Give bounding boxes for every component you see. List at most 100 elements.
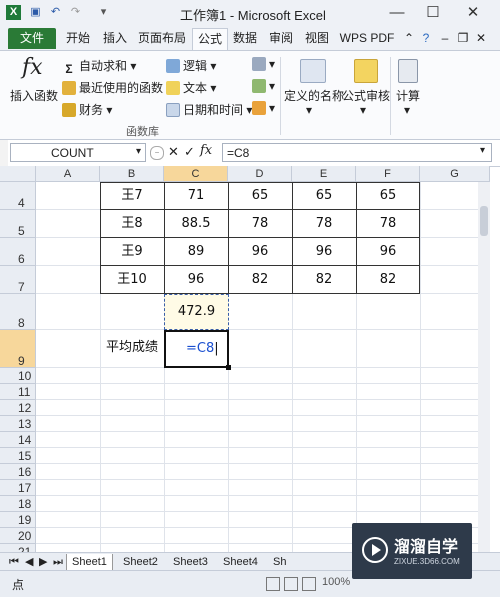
defined-names-dropdown-icon[interactable]: ▾ bbox=[306, 103, 312, 117]
worksheet-grid[interactable]: A B C D E F G 4 5 6 7 8 9 10 11 12 13 14… bbox=[0, 166, 490, 552]
tab-formulas[interactable]: 公式 bbox=[192, 28, 228, 50]
close-button[interactable]: ✕ bbox=[458, 2, 488, 24]
cell-b7[interactable]: 王10 bbox=[100, 266, 164, 294]
cancel-icon[interactable]: ✕ bbox=[168, 144, 179, 160]
cell-d4[interactable]: 65 bbox=[228, 182, 292, 210]
column-header-b[interactable]: B bbox=[100, 166, 164, 182]
cell-f7[interactable]: 82 bbox=[356, 266, 420, 294]
zoom-level[interactable]: 100% bbox=[322, 576, 350, 588]
cell-c9-editing[interactable]: =C8| bbox=[164, 330, 229, 368]
ribbon-close-icon[interactable]: ✕ bbox=[474, 28, 488, 49]
column-header-g[interactable]: G bbox=[420, 166, 490, 182]
save-icon[interactable]: ▣ bbox=[28, 5, 43, 20]
cell-c8[interactable]: 472.9 bbox=[164, 294, 229, 330]
cell-c5[interactable]: 88.5 bbox=[164, 210, 228, 238]
tab-data[interactable]: 数据 bbox=[228, 28, 262, 49]
column-header-d[interactable]: D bbox=[228, 166, 292, 182]
sheet-tab-sheet1[interactable]: Sheet1 bbox=[66, 554, 113, 571]
row-header-12[interactable]: 12 bbox=[0, 400, 36, 416]
redo-icon[interactable]: ↷ bbox=[68, 5, 83, 20]
tab-home[interactable]: 开始 bbox=[60, 28, 96, 49]
datetime-button[interactable]: 日期和时间 ▾ bbox=[166, 101, 252, 118]
row-header-4[interactable]: 4 bbox=[0, 182, 36, 210]
row-header-17[interactable]: 17 bbox=[0, 480, 36, 496]
scrollbar-thumb[interactable] bbox=[480, 206, 488, 236]
financial-button[interactable]: 财务 ▾ bbox=[62, 101, 112, 118]
cell-c7[interactable]: 96 bbox=[164, 266, 228, 294]
row-header-11[interactable]: 11 bbox=[0, 384, 36, 400]
row-header-8[interactable]: 8 bbox=[0, 294, 36, 330]
sheet-tab-sheet2[interactable]: Sheet2 bbox=[118, 554, 163, 570]
cell-e5[interactable]: 78 bbox=[292, 210, 356, 238]
row-header-5[interactable]: 5 bbox=[0, 210, 36, 238]
more-functions-button[interactable]: ▾ bbox=[252, 101, 275, 115]
select-all-corner[interactable] bbox=[0, 166, 36, 182]
row-header-20[interactable]: 20 bbox=[0, 528, 36, 544]
tab-view[interactable]: 视图 bbox=[300, 28, 334, 49]
formula-auditing-button[interactable]: 公式审核 bbox=[342, 87, 390, 104]
page-break-view-icon[interactable] bbox=[302, 577, 316, 591]
sheet-tab-sheet3[interactable]: Sheet3 bbox=[168, 554, 213, 570]
tab-page-layout[interactable]: 页面布局 bbox=[134, 28, 190, 49]
help-icon[interactable]: ? bbox=[418, 28, 434, 49]
insert-function-icon[interactable]: fx bbox=[200, 143, 212, 158]
row-header-18[interactable]: 18 bbox=[0, 496, 36, 512]
cell-e7[interactable]: 82 bbox=[292, 266, 356, 294]
math-button[interactable]: ▾ bbox=[252, 79, 275, 93]
last-sheet-icon[interactable]: ⏭ bbox=[48, 554, 68, 570]
ribbon-collapse-icon[interactable]: ⌃ bbox=[402, 28, 416, 49]
row-header-16[interactable]: 16 bbox=[0, 464, 36, 480]
customize-quick-access-icon[interactable]: ▾ bbox=[96, 5, 111, 20]
cell-b6[interactable]: 王9 bbox=[100, 238, 164, 266]
row-header-19[interactable]: 19 bbox=[0, 512, 36, 528]
tab-wps-pdf[interactable]: WPS PDF bbox=[336, 28, 398, 49]
row-header-21[interactable]: 21 bbox=[0, 544, 36, 552]
cell-e6[interactable]: 96 bbox=[292, 238, 356, 266]
calculation-button[interactable]: 计算 bbox=[396, 87, 420, 104]
row-header-15[interactable]: 15 bbox=[0, 448, 36, 464]
tab-insert[interactable]: 插入 bbox=[98, 28, 132, 49]
insert-function-button[interactable]: 插入函数 bbox=[10, 87, 58, 104]
fill-handle[interactable] bbox=[226, 365, 231, 370]
name-box[interactable]: COUNT bbox=[10, 143, 146, 162]
maximize-button[interactable]: ☐ bbox=[418, 2, 448, 24]
enter-icon[interactable]: ✓ bbox=[184, 144, 195, 160]
sheet-tab-sheet4[interactable]: Sheet4 bbox=[218, 554, 263, 570]
calculation-dropdown-icon[interactable]: ▾ bbox=[404, 103, 410, 117]
cell-f4[interactable]: 65 bbox=[356, 182, 420, 210]
recent-functions-button[interactable]: 最近使用的函数 ▾ bbox=[62, 79, 172, 96]
row-header-9[interactable]: 9 bbox=[0, 330, 36, 368]
sheet-tab-truncated[interactable]: Sh bbox=[268, 554, 291, 570]
row-header-10[interactable]: 10 bbox=[0, 368, 36, 384]
column-header-a[interactable]: A bbox=[36, 166, 100, 182]
ribbon-minimize-icon[interactable]: – bbox=[438, 28, 452, 49]
cell-b9[interactable]: 平均成绩 bbox=[100, 338, 164, 358]
normal-view-icon[interactable] bbox=[266, 577, 280, 591]
cell-b4[interactable]: 王7 bbox=[100, 182, 164, 210]
undo-icon[interactable]: ↶ bbox=[48, 5, 63, 20]
tab-file[interactable]: 文件 bbox=[8, 28, 56, 49]
autosum-button[interactable]: Σ 自动求和 ▾ bbox=[62, 57, 136, 76]
text-button[interactable]: 文本 ▾ bbox=[166, 79, 216, 96]
cell-f6[interactable]: 96 bbox=[356, 238, 420, 266]
row-header-14[interactable]: 14 bbox=[0, 432, 36, 448]
tab-review[interactable]: 审阅 bbox=[264, 28, 298, 49]
row-header-13[interactable]: 13 bbox=[0, 416, 36, 432]
cell-d6[interactable]: 96 bbox=[228, 238, 292, 266]
cell-b5[interactable]: 王8 bbox=[100, 210, 164, 238]
row-header-6[interactable]: 6 bbox=[0, 238, 36, 266]
expand-icon[interactable]: − bbox=[150, 146, 164, 160]
name-box-dropdown-icon[interactable]: ▾ bbox=[136, 146, 141, 157]
cell-c4[interactable]: 71 bbox=[164, 182, 228, 210]
logical-button[interactable]: 逻辑 ▾ bbox=[166, 57, 216, 74]
defined-names-button[interactable]: 定义的名称 bbox=[284, 87, 344, 104]
lookup-button[interactable]: ▾ bbox=[252, 57, 275, 71]
formula-expand-icon[interactable]: ▾ bbox=[480, 145, 485, 156]
column-header-f[interactable]: F bbox=[356, 166, 420, 182]
minimize-button[interactable]: — bbox=[382, 2, 412, 24]
column-header-e[interactable]: E bbox=[292, 166, 356, 182]
cell-d5[interactable]: 78 bbox=[228, 210, 292, 238]
cell-c6[interactable]: 89 bbox=[164, 238, 228, 266]
cell-e4[interactable]: 65 bbox=[292, 182, 356, 210]
page-layout-view-icon[interactable] bbox=[284, 577, 298, 591]
